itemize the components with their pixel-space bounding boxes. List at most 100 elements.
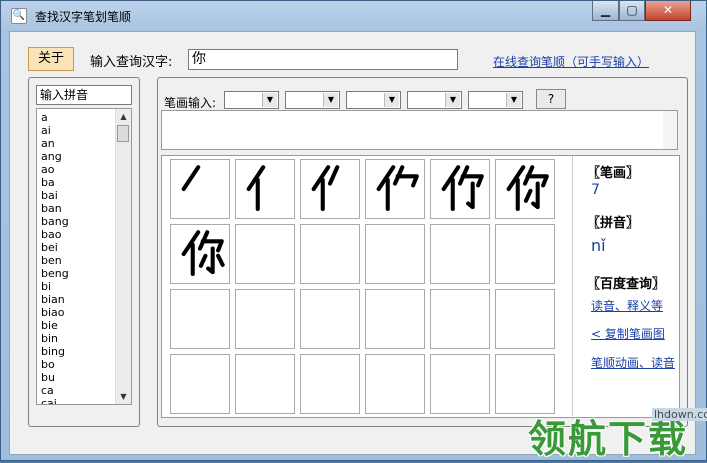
stroke-step-glyph xyxy=(311,165,340,211)
watermark: 领航下载 lhdown.com xyxy=(522,396,707,461)
pinyin-items: a ai an ang ao ba bai ban bang bao bei ben beng bi bia… xyxy=(37,111,117,404)
client-area: 关于 输入查询汉字: 你 在线查询笔顺（可手写输入） 输入拼音 a ai an ang… xyxy=(9,31,696,455)
pinyin-panel: 输入拼音 a ai an ang ao ba bai ban bang bao bei ben beng… xyxy=(28,77,140,427)
stroke-count-heading: 〖笔画〗 xyxy=(587,166,640,181)
stroke-cell xyxy=(430,159,490,219)
title-bar[interactable]: 🔍 查找汉字笔划笔顺 ▁ ▢ ✕ xyxy=(1,1,706,29)
dropdown-arrow-icon: ▼ xyxy=(506,93,521,107)
pinyin-list-item[interactable]: beng xyxy=(37,267,117,280)
pinyin-list-item[interactable]: cai xyxy=(37,397,117,404)
stroke-cell xyxy=(235,354,295,414)
pinyin-list-item[interactable]: bu xyxy=(37,371,117,384)
pinyin-list-item[interactable]: bing xyxy=(37,345,117,358)
stroke-help-button[interactable]: ? xyxy=(536,89,566,109)
pinyin-list-item[interactable]: bang xyxy=(37,215,117,228)
pinyin-list-item[interactable]: bai xyxy=(37,189,117,202)
stroke-path xyxy=(206,246,215,275)
window-title: 查找汉字笔划笔顺 xyxy=(35,10,132,24)
pinyin-list-item[interactable]: ca xyxy=(37,384,117,397)
stroke-cell xyxy=(300,289,360,349)
pinyin-list-item[interactable]: bin xyxy=(37,332,117,345)
pinyin-list-item[interactable]: bei xyxy=(37,241,117,254)
stroke-select-3[interactable]: ▼ xyxy=(346,91,401,109)
online-lookup-link[interactable]: 在线查询笔顺（可手写输入） xyxy=(493,53,649,70)
query-label: 输入查询汉字: xyxy=(90,55,173,70)
app-icon: 🔍 xyxy=(11,8,27,24)
dropdown-arrow-icon: ▼ xyxy=(262,93,277,107)
dropdown-arrow-icon: ▼ xyxy=(445,93,460,107)
stroke-path xyxy=(395,174,419,188)
stroke-path xyxy=(216,253,225,267)
scroll-up-icon[interactable]: ▲ xyxy=(116,109,131,124)
stroke-panel: 笔画输入: ▼ ▼ ▼ ▼ ▼ ? 〖笔画〗 7 〖拼音〗 nǐ 〖百度查询〗 … xyxy=(157,77,688,427)
stroke-cell xyxy=(235,224,295,284)
close-button[interactable]: ✕ xyxy=(645,1,691,21)
stroke-path xyxy=(198,253,208,268)
pinyin-list-item[interactable]: bao xyxy=(37,228,117,241)
stroke-step-glyph xyxy=(376,165,419,211)
stroke-step-glyph xyxy=(181,230,225,276)
copy-stroke-image-link[interactable]: < 复制笔画图 xyxy=(591,325,665,342)
pronunciation-link[interactable]: 读音、释义等 xyxy=(591,297,663,314)
stroke-step-glyph xyxy=(441,165,484,211)
pinyin-list-item[interactable]: bie xyxy=(37,319,117,332)
pinyin-list-item[interactable]: ao xyxy=(37,163,117,176)
minimize-icon: ▁ xyxy=(600,3,611,17)
stroke-cell xyxy=(170,159,230,219)
maximize-button[interactable]: ▢ xyxy=(619,1,645,21)
stroke-field-scrollbar[interactable] xyxy=(663,111,677,149)
stroke-cell xyxy=(365,224,425,284)
about-button[interactable]: 关于 xyxy=(28,47,74,71)
stroke-step-glyph xyxy=(181,165,201,192)
stroke-count-value: 7 xyxy=(591,182,600,198)
pinyin-heading: 〖拼音〗 xyxy=(587,216,640,231)
pinyin-input[interactable]: 输入拼音 xyxy=(36,85,132,105)
stroke-sequence-field[interactable] xyxy=(161,110,678,150)
minimize-button[interactable]: ▁ xyxy=(592,1,619,21)
dropdown-arrow-icon: ▼ xyxy=(384,93,399,107)
pinyin-list-item[interactable]: ang xyxy=(37,150,117,163)
pinyin-list-item[interactable]: ban xyxy=(37,202,117,215)
stroke-cell xyxy=(170,289,230,349)
scroll-thumb[interactable] xyxy=(117,125,129,142)
pinyin-list-item[interactable]: a xyxy=(37,111,117,124)
stroke-order-grid: 〖笔画〗 7 〖拼音〗 nǐ 〖百度查询〗 读音、释义等 < 复制笔画图 笔顺动… xyxy=(161,155,680,418)
pinyin-list-item[interactable]: ba xyxy=(37,176,117,189)
stroke-select-5[interactable]: ▼ xyxy=(468,91,523,109)
pinyin-list-item[interactable]: biao xyxy=(37,306,117,319)
stroke-cell xyxy=(430,354,490,414)
stroke-path xyxy=(523,188,533,203)
pinyin-list-item[interactable]: ai xyxy=(37,124,117,137)
pinyin-list-item[interactable]: bian xyxy=(37,293,117,306)
stroke-cell xyxy=(170,354,230,414)
pinyin-list-item[interactable]: bo xyxy=(37,358,117,371)
stroke-cell xyxy=(365,354,425,414)
stroke-select-4[interactable]: ▼ xyxy=(407,91,462,109)
dropdown-arrow-icon: ▼ xyxy=(323,93,338,107)
pinyin-list[interactable]: a ai an ang ao ba bai ban bang bao bei ben beng bi bia… xyxy=(36,108,132,405)
app-window: 🔍 查找汉字笔划笔顺 ▁ ▢ ✕ 关于 输入查询汉字: 你 在线查询笔顺（可手写… xyxy=(0,0,707,461)
stroke-cell xyxy=(495,289,555,349)
pinyin-list-item[interactable]: bi xyxy=(37,280,117,293)
stroke-cell xyxy=(170,224,230,284)
stroke-cell xyxy=(300,224,360,284)
close-icon: ✕ xyxy=(662,3,674,17)
pinyin-scrollbar[interactable]: ▲ ▼ xyxy=(115,109,131,404)
stroke-cell xyxy=(235,289,295,349)
stroke-path xyxy=(466,181,475,210)
stroke-select-1[interactable]: ▼ xyxy=(224,91,279,109)
stroke-cell xyxy=(235,159,295,219)
stroke-path xyxy=(327,165,340,186)
stroke-select-2[interactable]: ▼ xyxy=(285,91,340,109)
stroke-animation-link[interactable]: 笔顺动画、读音 xyxy=(591,354,675,371)
stroke-step-glyph xyxy=(246,165,266,211)
pinyin-list-item[interactable]: an xyxy=(37,137,117,150)
stroke-cell xyxy=(300,354,360,414)
stroke-cell xyxy=(430,289,490,349)
query-input[interactable]: 你 xyxy=(188,49,458,70)
scroll-down-icon[interactable]: ▼ xyxy=(116,389,131,404)
stroke-step-glyph xyxy=(506,165,549,211)
pinyin-list-item[interactable]: ben xyxy=(37,254,117,267)
pinyin-value: nǐ xyxy=(591,236,606,255)
watermark-domain: lhdown.com xyxy=(652,408,707,421)
